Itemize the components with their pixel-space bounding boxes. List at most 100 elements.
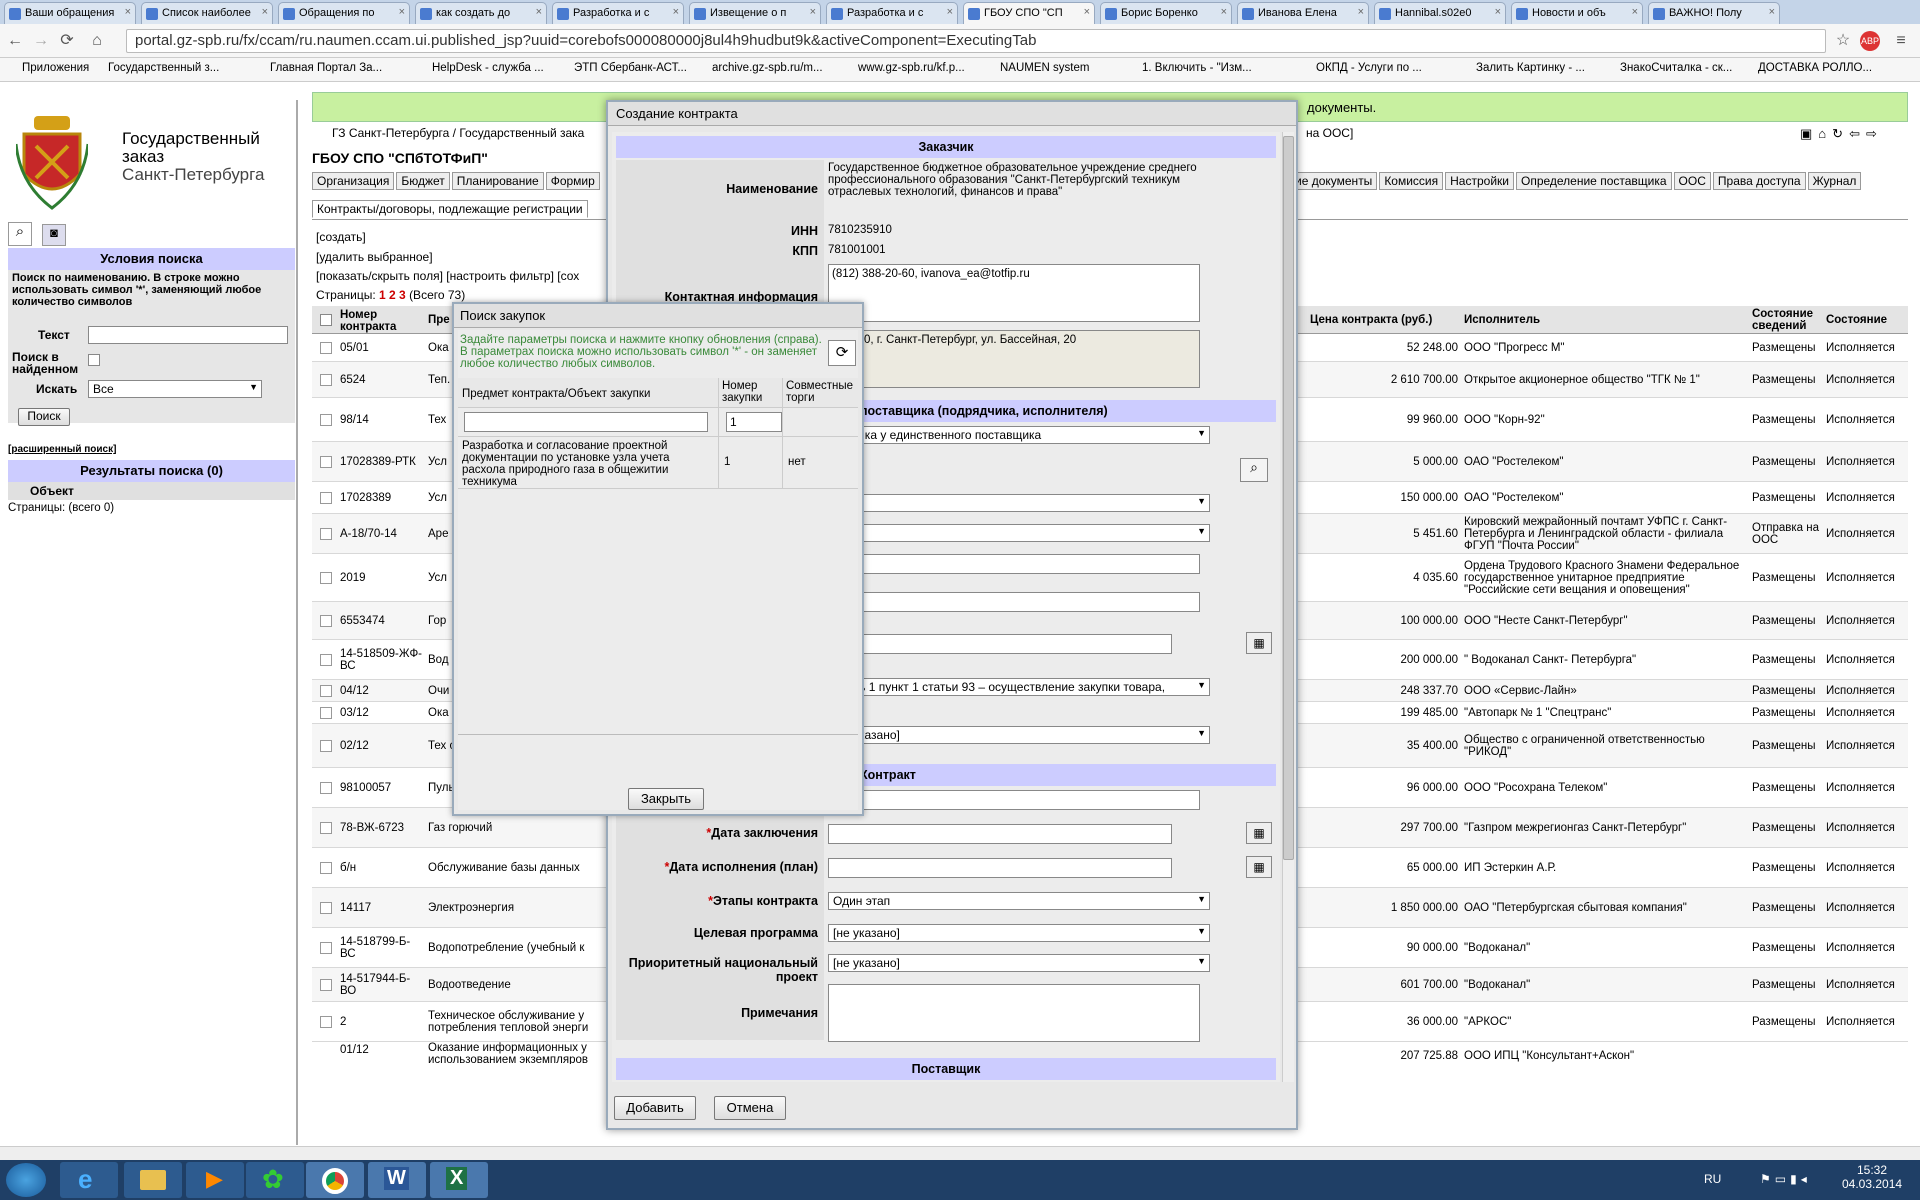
row-checkbox[interactable] bbox=[320, 455, 332, 468]
scrollbar-thumb[interactable] bbox=[1283, 136, 1294, 860]
browser-tab[interactable]: Список наиболее × bbox=[141, 2, 273, 24]
priority-select[interactable]: [не указано] bbox=[828, 954, 1210, 972]
main-tab[interactable]: Определение поставщика bbox=[1515, 172, 1672, 190]
subtab-contracts[interactable]: Контракты/договоры, подлежащие регистрац… bbox=[312, 200, 588, 218]
browser-tab[interactable]: Новости и объ × bbox=[1511, 2, 1643, 24]
media-player-icon[interactable]: ▶ bbox=[186, 1162, 244, 1198]
network-icon[interactable]: ▮ bbox=[1790, 1172, 1801, 1186]
calendar-icon[interactable]: ▦ bbox=[1246, 632, 1272, 654]
input-date-1[interactable] bbox=[828, 634, 1172, 654]
folder-icon[interactable]: ▣ bbox=[1800, 126, 1818, 141]
basis-select[interactable]: Часть 1 пункт 1 статьи 93 – осуществлени… bbox=[828, 678, 1210, 696]
column-executor[interactable]: Исполнитель bbox=[1464, 314, 1540, 326]
bookmark-item[interactable]: ЗнакоСчиталка - ск... bbox=[1620, 62, 1732, 74]
search-button[interactable]: Поиск bbox=[18, 408, 70, 426]
close-icon[interactable]: × bbox=[399, 6, 405, 18]
bookmark-item[interactable]: ДОСТАВКА РОЛЛО... bbox=[1758, 62, 1872, 74]
search-icon[interactable]: ⌕ bbox=[1240, 458, 1268, 482]
address-textarea[interactable]: 196070, г. Санкт-Петербург, ул. Бассейна… bbox=[828, 330, 1200, 388]
column-number[interactable]: Номер контракта bbox=[340, 309, 420, 333]
row-checkbox[interactable] bbox=[320, 571, 332, 584]
row-checkbox[interactable] bbox=[320, 413, 332, 426]
close-icon[interactable]: × bbox=[947, 6, 953, 18]
browser-tab[interactable]: Ваши обращения × bbox=[4, 2, 136, 24]
calendar-icon[interactable]: ▦ bbox=[1246, 856, 1272, 878]
close-icon[interactable]: × bbox=[125, 6, 131, 18]
browser-tab[interactable]: Обращения по × bbox=[278, 2, 410, 24]
main-tab[interactable]: Комиссия bbox=[1379, 172, 1444, 190]
arrow-left-icon[interactable]: ⇦ bbox=[1849, 126, 1866, 141]
close-icon[interactable]: × bbox=[1495, 6, 1501, 18]
breadcrumb-right[interactable]: на ООС] bbox=[1306, 126, 1353, 140]
browser-tab[interactable]: Разработка и с × bbox=[552, 2, 684, 24]
bookmark-item[interactable]: ЭТП Сбербанк-АСТ... bbox=[574, 62, 687, 74]
column-info-state[interactable]: Состояние сведений bbox=[1752, 308, 1822, 332]
refresh-icon[interactable]: ↻ bbox=[1832, 126, 1849, 141]
adblock-icon[interactable]: ABP bbox=[1860, 31, 1880, 51]
browser-tab[interactable]: Борис Боренко × bbox=[1100, 2, 1232, 24]
star-icon[interactable]: ☆ bbox=[1832, 30, 1854, 52]
close-button[interactable]: Закрыть bbox=[628, 788, 704, 810]
main-tab[interactable]: Планирование bbox=[451, 172, 544, 190]
bookmark-item[interactable]: HelpDesk - служба ... bbox=[432, 62, 544, 74]
start-icon[interactable] bbox=[6, 1163, 46, 1197]
reload-icon[interactable]: ⟳ bbox=[56, 30, 78, 52]
main-tab[interactable]: Формир bbox=[545, 172, 600, 190]
main-tab[interactable]: Организация bbox=[312, 172, 395, 190]
input-empty-1[interactable] bbox=[828, 554, 1200, 574]
method-select[interactable]: Закупка у единственного поставщика bbox=[828, 426, 1210, 444]
search-icon[interactable]: ⌕ bbox=[8, 222, 32, 246]
notes-textarea[interactable] bbox=[828, 984, 1200, 1042]
close-icon[interactable]: × bbox=[262, 6, 268, 18]
close-icon[interactable]: × bbox=[1632, 6, 1638, 18]
browser-tab[interactable]: Разработка и с × bbox=[826, 2, 958, 24]
browser-tab[interactable]: Иванова Елена × bbox=[1237, 2, 1369, 24]
main-tab[interactable]: ие документы bbox=[1290, 172, 1378, 190]
add-button[interactable]: Добавить bbox=[614, 1096, 696, 1120]
explorer-icon[interactable] bbox=[124, 1162, 182, 1198]
row-checkbox[interactable] bbox=[320, 373, 332, 386]
found-checkbox[interactable] bbox=[88, 354, 100, 366]
flag-icon[interactable]: ⚑ bbox=[1760, 1172, 1775, 1186]
browser-tab[interactable]: Извещение о п × bbox=[689, 2, 821, 24]
browser-tab[interactable]: Hannibal.s02e0 × bbox=[1374, 2, 1506, 24]
arrow-right-icon[interactable]: ⇨ bbox=[1866, 126, 1883, 141]
forward-icon[interactable]: → bbox=[30, 30, 52, 52]
contact-textarea[interactable]: (812) 388-20-60, ivanova_ea@totfip.ru bbox=[828, 264, 1200, 322]
row-checkbox[interactable] bbox=[320, 1015, 332, 1028]
row-checkbox[interactable] bbox=[320, 901, 332, 914]
row-checkbox[interactable] bbox=[320, 941, 332, 954]
row-checkbox[interactable] bbox=[320, 653, 332, 666]
monitor-icon[interactable]: ▭ bbox=[1775, 1172, 1790, 1186]
calendar-icon[interactable]: ▦ bbox=[1246, 822, 1272, 844]
address-bar[interactable]: portal.gz-spb.ru/fx/ccam/ru.naumen.ccam.… bbox=[126, 29, 1826, 53]
delete-link[interactable]: [удалить выбранное] bbox=[316, 250, 433, 264]
browser-tab[interactable]: как создать до × bbox=[415, 2, 547, 24]
main-tab[interactable]: Бюджет bbox=[396, 172, 450, 190]
bookmark-item[interactable]: archive.gz-spb.ru/m... bbox=[712, 62, 823, 74]
row-checkbox[interactable] bbox=[320, 684, 332, 697]
date-concl-input[interactable] bbox=[828, 824, 1172, 844]
subject-filter-input[interactable] bbox=[464, 412, 708, 432]
excel-icon[interactable]: X bbox=[430, 1162, 488, 1198]
bookmark-item[interactable]: Государственный з... bbox=[108, 62, 219, 74]
main-tab[interactable]: Журнал bbox=[1807, 172, 1862, 190]
page-links[interactable]: 1 2 3 bbox=[379, 288, 406, 302]
close-icon[interactable]: × bbox=[1358, 6, 1364, 18]
bookmark-item[interactable]: www.gz-spb.ru/kf.p... bbox=[858, 62, 965, 74]
lock-icon[interactable]: ⌂ bbox=[1818, 126, 1832, 141]
main-tab[interactable]: Настройки bbox=[1445, 172, 1514, 190]
bookmark-item[interactable]: 1. Включить - "Изм... bbox=[1142, 62, 1252, 74]
row-checkbox[interactable] bbox=[320, 491, 332, 504]
row-checkbox[interactable] bbox=[320, 527, 332, 540]
bookmark-item[interactable]: NAUMEN system bbox=[1000, 62, 1089, 74]
select-empty-2[interactable] bbox=[828, 524, 1210, 542]
icq-icon[interactable]: ✿ bbox=[246, 1162, 304, 1198]
contract-input[interactable] bbox=[828, 790, 1200, 810]
fields-filter-links[interactable]: [показать/скрыть поля] [настроить фильтр… bbox=[316, 269, 579, 283]
language-indicator[interactable]: RU bbox=[1704, 1172, 1721, 1186]
clock[interactable]: 15:32 04.03.2014 bbox=[1842, 1163, 1902, 1191]
close-icon[interactable]: × bbox=[1769, 6, 1775, 18]
row-checkbox[interactable] bbox=[320, 706, 332, 719]
select-all-checkbox[interactable] bbox=[320, 314, 332, 326]
